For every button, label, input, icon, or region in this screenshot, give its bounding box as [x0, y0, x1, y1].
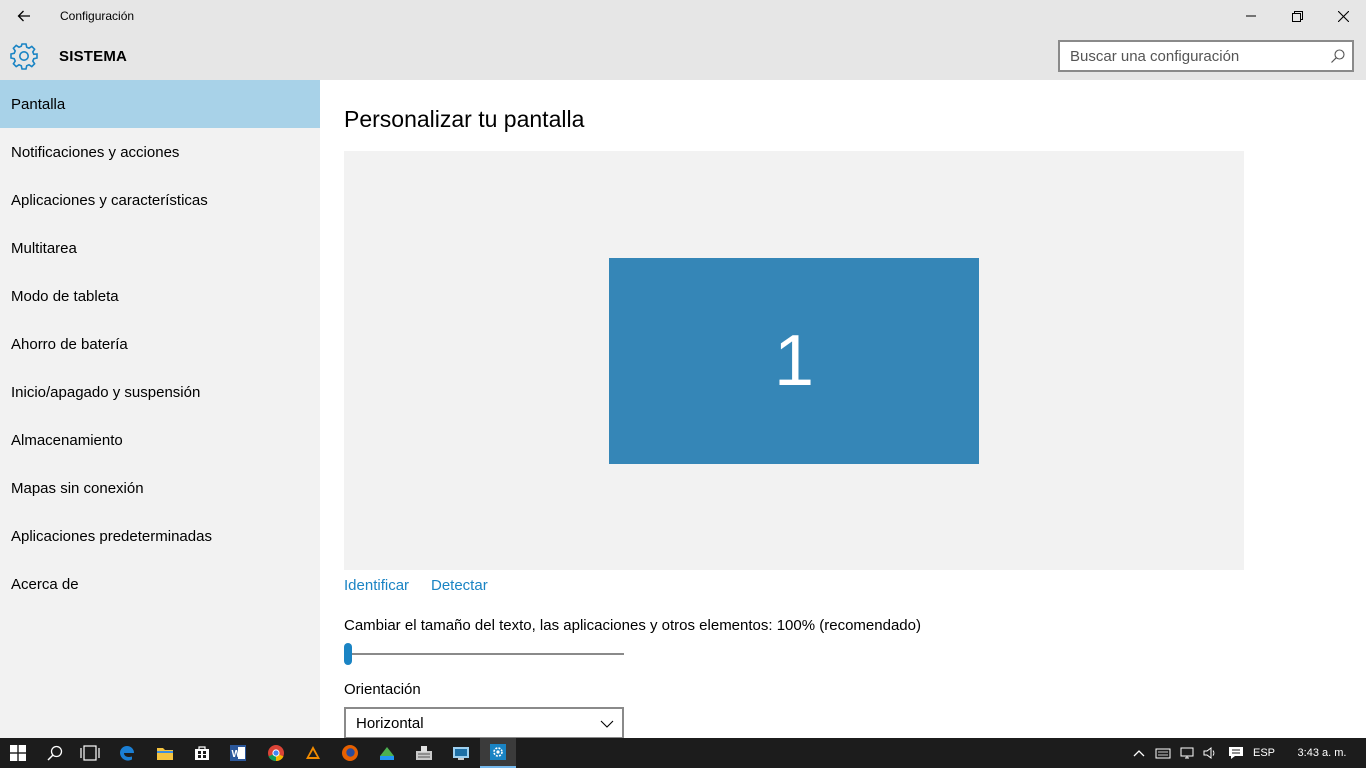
sidebar-item-modo-tableta[interactable]: Modo de tableta	[0, 272, 320, 320]
sidebar-item-aplicaciones[interactable]: Aplicaciones y características	[0, 176, 320, 224]
start-button[interactable]	[0, 738, 36, 768]
restore-button[interactable]	[1274, 0, 1320, 32]
store-icon	[195, 746, 209, 760]
sidebar-item-label: Notificaciones y acciones	[11, 143, 180, 161]
tray-volume-button[interactable]	[1199, 738, 1221, 768]
sidebar-item-label: Multitarea	[11, 239, 77, 257]
sidebar-item-label: Pantalla	[11, 95, 66, 113]
taskbar-vlc[interactable]	[295, 738, 331, 768]
sidebar-item-notificaciones[interactable]: Notificaciones y acciones	[0, 128, 320, 176]
show-hidden-icons-button[interactable]	[1128, 738, 1150, 768]
sidebar-item-label: Aplicaciones predeterminadas	[11, 527, 212, 545]
detect-link[interactable]: Detectar	[431, 577, 488, 594]
scale-label: Cambiar el tamaño del texto, las aplicac…	[344, 617, 921, 634]
gear-icon	[10, 43, 38, 70]
remote-app-icon	[453, 747, 469, 760]
monitor-arrangement-area: 1	[344, 151, 1244, 570]
file-explorer-icon	[157, 748, 173, 760]
app-icon	[380, 747, 394, 760]
network-icon	[1180, 747, 1194, 759]
monitor-number: 1	[773, 321, 815, 401]
identify-link[interactable]: Identificar	[344, 577, 409, 594]
main-content: Personalizar tu pantalla 1 Identificar D…	[320, 80, 1366, 739]
chevron-up-icon	[1133, 750, 1145, 757]
vlc-icon	[306, 746, 320, 759]
sidebar-item-label: Almacenamiento	[11, 431, 123, 449]
sidebar-item-label: Ahorro de batería	[11, 335, 128, 353]
tray-notifications-button[interactable]	[1224, 738, 1248, 768]
back-button[interactable]	[8, 0, 40, 32]
sidebar-item-multitarea[interactable]: Multitarea	[0, 224, 320, 272]
sidebar-item-label: Modo de tableta	[11, 287, 119, 305]
taskbar: W ESP 3:43 a. m.	[0, 738, 1366, 768]
taskbar-word[interactable]: W	[220, 738, 256, 768]
taskbar-app[interactable]	[369, 738, 405, 768]
taskbar-search-button[interactable]	[37, 738, 73, 768]
firefox-icon	[342, 745, 358, 761]
tray-clock[interactable]: 3:43 a. m.	[1288, 738, 1356, 768]
page-title: Personalizar tu pantalla	[344, 106, 585, 132]
sidebar-item-label: Acerca de	[11, 575, 79, 593]
chevron-down-icon	[600, 720, 614, 728]
search-icon	[47, 745, 63, 761]
taskbar-file-explorer[interactable]	[147, 738, 183, 768]
taskbar-store[interactable]	[184, 738, 220, 768]
taskbar-edge[interactable]	[109, 738, 145, 768]
minimize-icon	[1246, 15, 1256, 17]
volume-icon	[1203, 747, 1215, 759]
section-title: SISTEMA	[59, 48, 128, 65]
search-input[interactable]	[1060, 42, 1320, 70]
sidebar-item-almacenamiento[interactable]: Almacenamiento	[0, 416, 320, 464]
sidebar-item-mapas[interactable]: Mapas sin conexión	[0, 464, 320, 512]
orientation-label: Orientación	[344, 681, 421, 698]
settings-icon	[490, 744, 506, 760]
sidebar-item-pantalla[interactable]: Pantalla	[0, 80, 320, 128]
sidebar-item-label: Inicio/apagado y suspensión	[11, 383, 201, 401]
restore-icon	[1291, 10, 1303, 22]
taskbar-firefox[interactable]	[332, 738, 368, 768]
slider-track	[344, 653, 624, 655]
chrome-icon	[268, 745, 284, 762]
action-center-icon	[1229, 747, 1243, 759]
keyboard-app-icon	[416, 746, 432, 760]
taskbar-chrome[interactable]	[258, 738, 294, 768]
edge-icon	[120, 746, 134, 761]
sidebar-item-label: Aplicaciones y características	[11, 191, 208, 209]
task-view-icon	[80, 745, 100, 761]
sidebar-item-acerca-de[interactable]: Acerca de	[0, 560, 320, 608]
monitor-tile[interactable]: 1	[609, 258, 979, 464]
taskbar-remote-app[interactable]	[443, 738, 479, 768]
close-button[interactable]	[1320, 0, 1366, 32]
sidebar-item-inicio-apagado[interactable]: Inicio/apagado y suspensión	[0, 368, 320, 416]
search-box[interactable]	[1058, 40, 1354, 72]
back-arrow-icon	[17, 10, 30, 22]
tray-network-button[interactable]	[1176, 738, 1198, 768]
taskbar-settings[interactable]	[480, 738, 516, 768]
sidebar-item-ahorro-bateria[interactable]: Ahorro de batería	[0, 320, 320, 368]
keyboard-icon	[1155, 748, 1171, 759]
scale-slider[interactable]	[344, 643, 624, 667]
word-icon: W	[230, 745, 246, 761]
sidebar-item-label: Mapas sin conexión	[11, 479, 144, 497]
settings-header: SISTEMA	[0, 32, 1366, 80]
taskbar-keyboard-app[interactable]	[406, 738, 442, 768]
orientation-dropdown[interactable]: Horizontal	[344, 707, 624, 739]
minimize-button[interactable]	[1228, 0, 1274, 32]
orientation-value: Horizontal	[356, 715, 424, 732]
sidebar: Pantalla Notificaciones y acciones Aplic…	[0, 80, 320, 738]
tray-keyboard-button[interactable]	[1152, 738, 1174, 768]
task-view-button[interactable]	[72, 738, 108, 768]
close-icon	[1337, 10, 1349, 22]
search-icon[interactable]	[1330, 48, 1346, 64]
windows-logo-icon	[10, 745, 26, 761]
slider-thumb[interactable]	[344, 643, 352, 665]
title-bar: Configuración	[0, 0, 1366, 32]
sidebar-item-predeterminadas[interactable]: Aplicaciones predeterminadas	[0, 512, 320, 560]
tray-language-button[interactable]: ESP	[1250, 738, 1278, 768]
svg-text:W: W	[232, 749, 242, 760]
window-title: Configuración	[60, 9, 135, 23]
